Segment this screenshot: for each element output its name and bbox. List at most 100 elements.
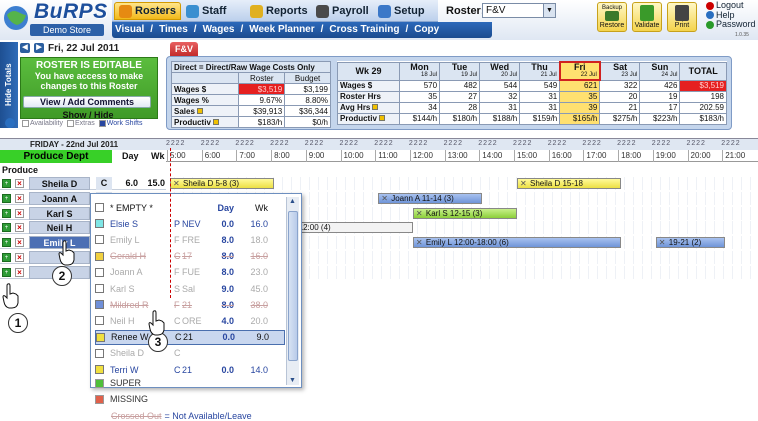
print-button[interactable]: Print <box>667 2 697 32</box>
add-shift-icon[interactable]: + <box>2 208 11 218</box>
option-day-hours: 8.0 <box>221 251 234 262</box>
staff-name-select[interactable]: Neil H <box>29 221 90 235</box>
prev-day-icon[interactable]: ◀ <box>20 43 30 53</box>
tab-payroll[interactable]: Payroll <box>312 2 373 20</box>
password-link[interactable]: Password <box>706 19 756 30</box>
delete-icon[interactable]: × <box>15 253 24 262</box>
main-nav: Rosters Staff Reports Payroll Setup <box>112 0 438 22</box>
cost-roster-value: 9.67% <box>238 94 286 106</box>
delete-icon[interactable]: × <box>15 179 24 188</box>
extras-toggle[interactable]: Extras <box>66 120 95 127</box>
dropdown-option[interactable]: Elsie S P NEV 0.0 16.0 <box>95 216 285 231</box>
subnav-visual[interactable]: Visual <box>112 24 147 35</box>
dropdown-option[interactable]: Gerald H C 17 8.0 16.0 <box>95 249 285 264</box>
validate-button[interactable]: Validate <box>632 2 662 32</box>
restore-label: Restore <box>599 22 625 29</box>
checkbox-icon <box>22 120 29 127</box>
shift-bar[interactable]: ✕ Joann A 11-14 (3) <box>378 192 483 204</box>
info-icon[interactable] <box>378 115 385 121</box>
staff-color-swatch <box>95 203 104 212</box>
week-cell: $188/h <box>479 112 521 125</box>
scroll-down-icon[interactable]: ▼ <box>289 377 296 384</box>
remove-shift-icon[interactable]: ✕ <box>659 238 666 247</box>
tab-fv[interactable]: F&V <box>170 42 198 56</box>
shift-bar[interactable]: ✕ Sheila D 15-18 <box>517 178 622 189</box>
shift-bar[interactable]: ✕ Karl S 12-15 (3) <box>412 207 517 219</box>
add-shift-icon[interactable]: + <box>2 267 11 277</box>
availability-toggle[interactable]: Availability <box>22 120 63 127</box>
remove-shift-icon[interactable]: ✕ <box>381 194 388 203</box>
staff-name-select[interactable]: Karl S <box>29 206 90 220</box>
hour-strip-label: 2 2 2 2 <box>513 140 531 147</box>
collapse-icon[interactable] <box>5 118 15 128</box>
dropdown-option[interactable]: * EMPTY * Day Wk <box>95 200 285 215</box>
dropdown-option[interactable]: Joann A F FUE 8.0 23.0 <box>95 265 285 280</box>
delete-icon[interactable]: × <box>15 223 24 233</box>
hide-totals-tab[interactable]: Hide Totals <box>0 42 18 128</box>
tab-label: Setup <box>394 5 425 17</box>
add-shift-icon[interactable]: + <box>2 223 11 233</box>
remove-shift-icon[interactable]: ✕ <box>520 179 527 188</box>
tab-rosters[interactable]: Rosters <box>114 2 181 20</box>
cost-row-label-text: Sales <box>174 106 195 116</box>
subnav-times[interactable]: Times <box>156 24 191 35</box>
tab-reports[interactable]: Reports <box>246 2 312 20</box>
delete-icon[interactable]: × <box>15 238 24 248</box>
add-shift-icon[interactable]: + <box>2 193 11 203</box>
dropdown-option[interactable]: Neil H C ORE 4.0 20.0 <box>95 313 285 328</box>
dropdown-scrollbar[interactable]: ▲ ▼ <box>286 197 299 385</box>
option-pay-type: C <box>175 332 182 343</box>
staff-dropdown[interactable]: * EMPTY * Day Wk Elsie S P NEV 0.0 16.0 Emily L F… <box>90 193 302 421</box>
shift-bar[interactable]: ✕ Sheila D 5-8 (3) <box>170 178 275 189</box>
week-day-header: Tue 19 Jul <box>439 61 481 81</box>
subnav-cross-training[interactable]: Cross Training <box>326 24 402 35</box>
cost-row: Wages $ $3,519 $3,199 <box>170 83 331 95</box>
dropdown-option[interactable]: Emily L F FRE 8.0 18.0 <box>95 232 285 247</box>
hour-tick <box>201 150 203 162</box>
tab-staff[interactable]: Staff <box>182 2 230 20</box>
delete-icon[interactable]: × <box>15 208 24 218</box>
shift-bar[interactable]: ✕ 19-21 (2) <box>655 237 726 249</box>
remove-shift-icon[interactable]: ✕ <box>416 238 423 247</box>
work-shifts-toggle[interactable]: Work Shifts <box>98 120 142 127</box>
add-shift-icon[interactable]: + <box>2 253 11 262</box>
dropdown-option[interactable]: Sheila D C <box>95 346 285 361</box>
delete-icon[interactable]: × <box>15 193 24 203</box>
dropdown-option[interactable]: Karl S S Sal 9.0 45.0 <box>95 281 285 296</box>
view-comments-button[interactable]: View / Add Comments <box>23 96 151 108</box>
option-day-hours: 0.0 <box>221 364 234 375</box>
chevron-down-icon[interactable]: ▼ <box>543 4 555 17</box>
hour-label: 8:00 <box>274 151 290 160</box>
top-links: Logout Help Password <box>706 0 756 30</box>
roster-select[interactable]: F&V ▼ <box>482 3 556 18</box>
shift-bar[interactable]: ✕ Emily L 12:00-18:00 (6) <box>412 237 622 249</box>
week-cell: $165/h <box>559 112 601 125</box>
info-icon[interactable] <box>196 107 203 114</box>
scroll-thumb[interactable] <box>288 211 298 361</box>
staff-name-select[interactable]: Sheila D <box>29 177 90 190</box>
subnav-wages[interactable]: Wages <box>200 24 238 35</box>
pointer-hand-icon <box>2 283 20 309</box>
remove-shift-icon[interactable]: ✕ <box>416 209 423 218</box>
next-day-icon[interactable]: ▶ <box>34 43 44 53</box>
option-code: FRE <box>182 234 200 245</box>
dropdown-option[interactable]: Renee W C 21 0.0 9.0 <box>95 329 285 345</box>
subnav-week-planner[interactable]: Week Planner <box>246 24 317 35</box>
tab-setup[interactable]: Setup <box>374 2 429 20</box>
legend-item: MISSING <box>95 394 285 404</box>
dropdown-option[interactable]: Mildred R F 21 8.0 38.0 <box>95 297 285 312</box>
dropdown-option[interactable]: Terri W C 21 0.0 14.0 <box>95 362 285 377</box>
hour-label: 6:00 <box>204 151 221 160</box>
staff-name-select[interactable]: Joann A <box>29 191 90 205</box>
info-icon[interactable] <box>212 118 219 125</box>
add-shift-icon[interactable]: + <box>2 179 11 188</box>
delete-icon[interactable]: × <box>15 267 24 277</box>
show-hide-options: Availability Extras Work Shifts <box>22 120 162 127</box>
checkbox-icon <box>98 120 106 127</box>
restore-button[interactable]: Backup Restore <box>597 2 627 32</box>
add-shift-icon[interactable]: + <box>2 238 11 248</box>
week-row-label: Wages $ <box>337 79 400 92</box>
remove-shift-icon[interactable]: ✕ <box>173 179 180 188</box>
scroll-up-icon[interactable]: ▲ <box>289 198 296 205</box>
info-icon[interactable] <box>372 104 379 110</box>
